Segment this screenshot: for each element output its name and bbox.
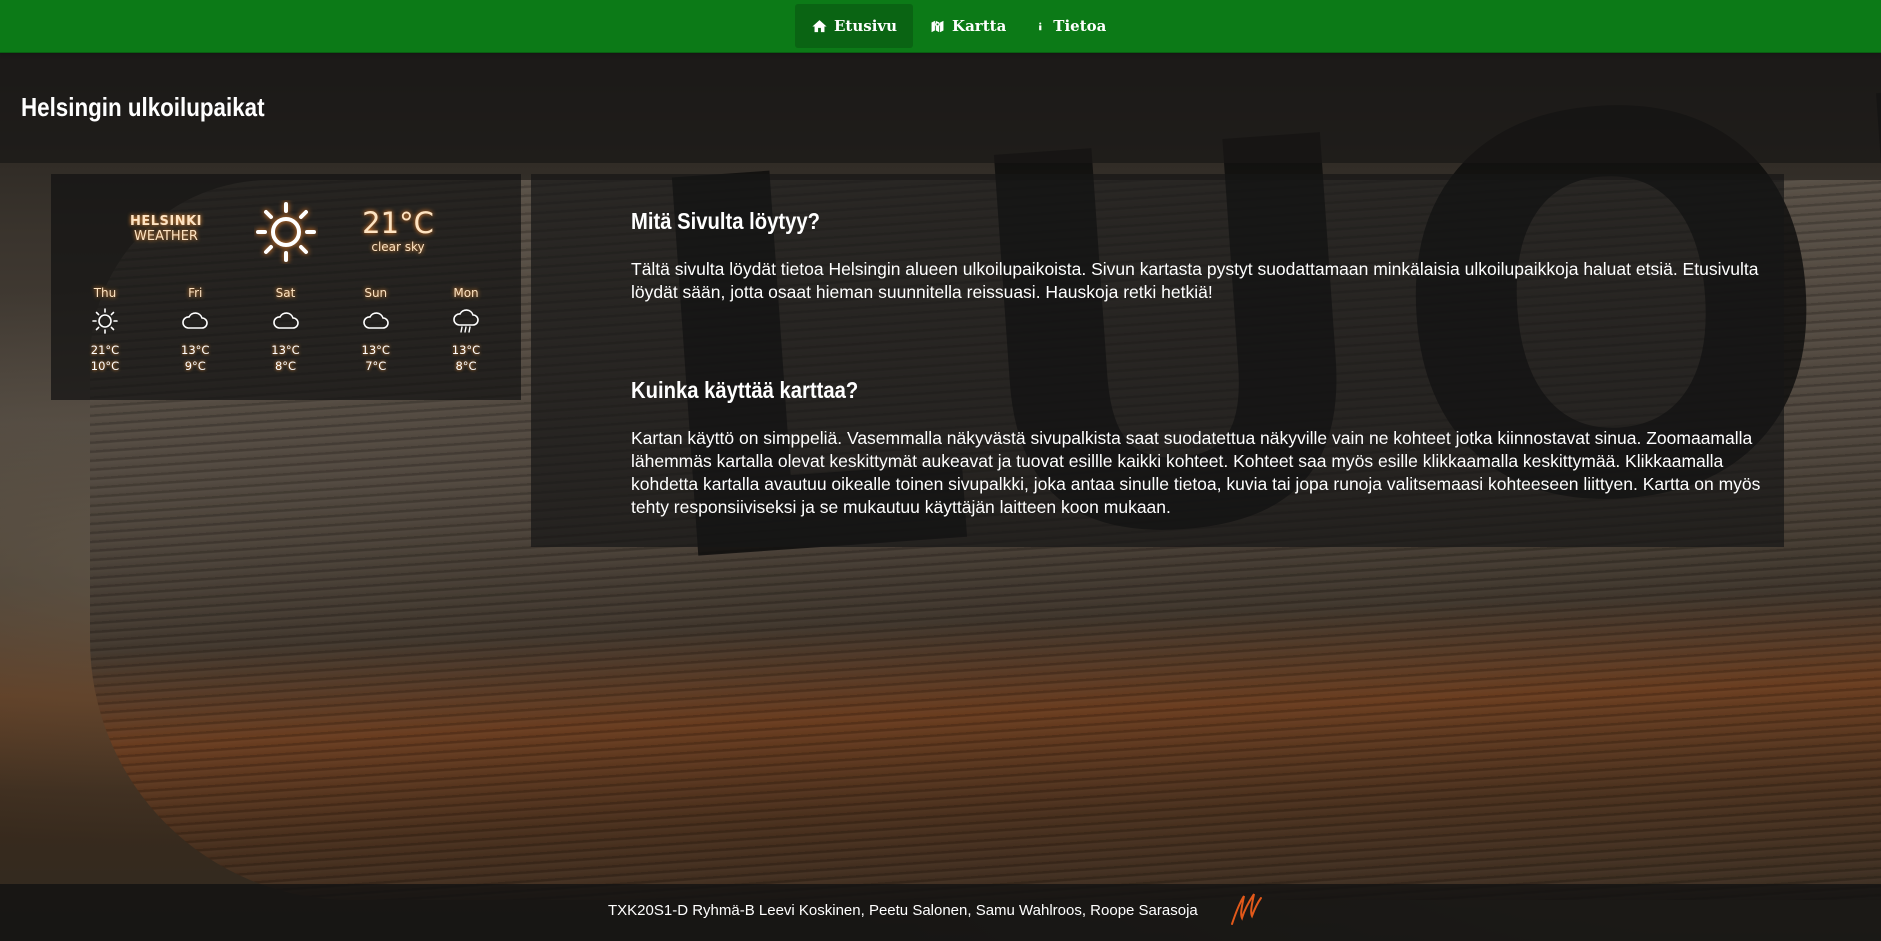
signature-logo (1231, 893, 1262, 925)
weather-widget: HELSINKI WEATHER 21°C clear sky Thu 21°C… (51, 174, 521, 400)
forecast-low: 7°C (365, 359, 387, 373)
forecast-low: 9°C (184, 359, 206, 373)
forecast-day: Mon 13°C 8°C (426, 286, 506, 374)
cloud-icon (272, 312, 299, 329)
forecast-day-name: Mon (453, 286, 479, 300)
sun-icon (256, 202, 316, 262)
section-text-what: Tältä sivulta löydät tietoa Helsingin al… (631, 259, 1759, 302)
navbar: Etusivu Kartta Tietoa (0, 0, 1881, 53)
weather-city: HELSINKI (129, 214, 203, 229)
forecast-day-name: Thu (93, 286, 117, 300)
forecast-high: 21°C (90, 343, 120, 357)
nav-item-label: Etusivu (834, 17, 898, 35)
info-panel: Mitä Sivulta löytyy? Tältä sivulta löydä… (531, 174, 1784, 547)
section-title-how: Kuinka käyttää karttaa? (631, 377, 859, 403)
forecast-low: 8°C (455, 359, 477, 373)
footer: TXK20S1-D Ryhmä-B Leevi Koskinen, Peetu … (0, 884, 1881, 941)
weather-current: 21°C clear sky (343, 206, 453, 254)
nav-item-label: Tietoa (1053, 17, 1107, 35)
nav-menu: Etusivu Kartta Tietoa (795, 4, 1122, 50)
page-title: Helsingin ulkoilupaikat (21, 92, 265, 122)
header-band (0, 53, 1881, 163)
home-icon (812, 19, 827, 32)
forecast-low: 8°C (274, 359, 297, 373)
weather-description: clear sky (371, 240, 425, 254)
current-temperature: 21°C (362, 206, 434, 240)
forecast-day-name: Sun (364, 286, 388, 300)
weather-label: WEATHER (134, 229, 198, 244)
map-icon (930, 18, 945, 34)
info-icon (1039, 21, 1042, 30)
nav-item-tietoa[interactable]: Tietoa (1022, 4, 1122, 48)
nav-item-etusivu[interactable]: Etusivu (795, 4, 914, 48)
forecast-day-name: Fri (188, 286, 203, 300)
forecast-low: 10°C (90, 359, 120, 373)
cloud-icon (362, 312, 389, 329)
forecast-day-name: Sat (275, 286, 296, 300)
forecast-high: 13°C (361, 343, 390, 357)
footer-credits: TXK20S1-D Ryhmä-B Leevi Koskinen, Peetu … (608, 902, 1198, 919)
sun-icon (92, 308, 118, 334)
forecast-day: Thu 21°C 10°C (65, 286, 145, 374)
forecast-day: Sat 13°C 8°C (246, 286, 326, 374)
nav-item-kartta[interactable]: Kartta (913, 4, 1022, 48)
section-text-how: Kartan käyttö on simppeliä. Vasemmalla n… (631, 428, 1761, 517)
forecast-list: Thu 21°C 10°C Fri 13°C 9°C Sat 13°C 8°C … (65, 286, 506, 374)
forecast-high: 13°C (181, 343, 210, 357)
cloud-icon (182, 312, 208, 329)
weather-location: HELSINKI WEATHER (81, 214, 251, 244)
rain-icon (453, 309, 479, 333)
section-title-what: Mitä Sivulta löytyy? (631, 208, 820, 234)
nav-item-label: Kartta (952, 17, 1007, 35)
forecast-high: 13°C (271, 343, 300, 357)
forecast-day: Fri 13°C 9°C (155, 286, 235, 374)
forecast-day: Sun 13°C 7°C (336, 286, 416, 374)
forecast-high: 13°C (451, 343, 481, 357)
